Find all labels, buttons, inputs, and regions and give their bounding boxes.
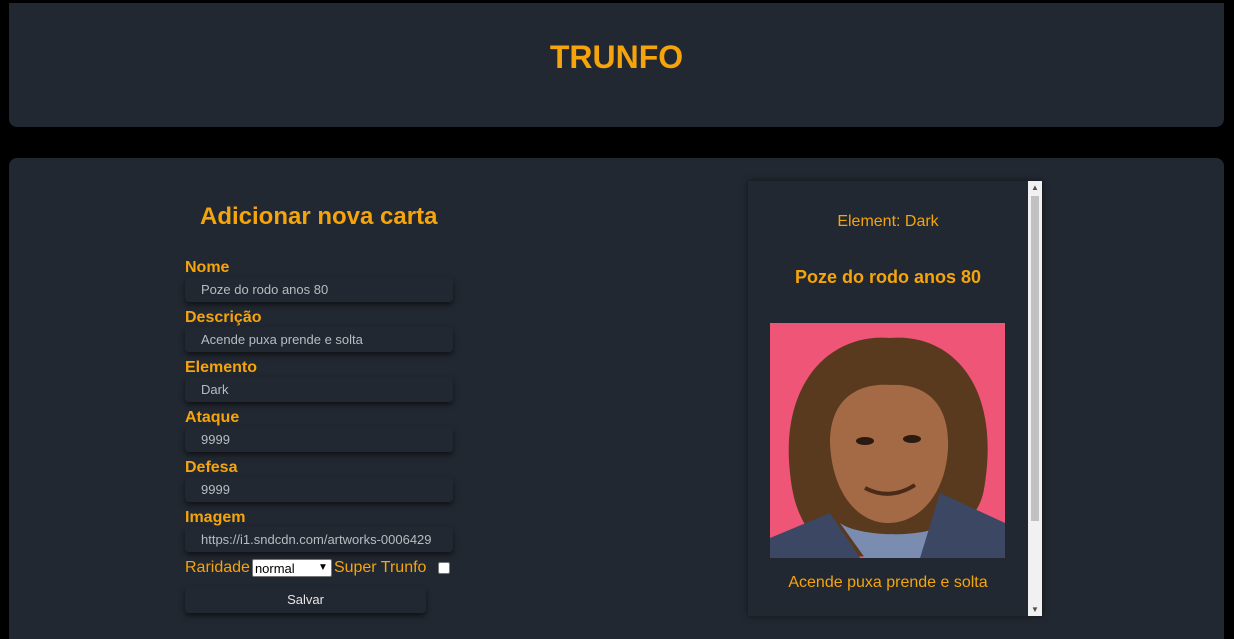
portrait-image	[770, 323, 1005, 558]
element-input[interactable]: Dark	[185, 377, 453, 402]
card-scrollbar[interactable]: ▲ ▼	[1028, 181, 1042, 616]
element-label: Elemento	[185, 359, 258, 376]
defense-label: Defesa	[185, 459, 238, 476]
description-input[interactable]: Acende puxa prende e solta	[185, 327, 453, 352]
name-label: Nome	[185, 259, 230, 276]
image-url-input[interactable]: https://i1.sndcdn.com/artworks-0006429	[185, 527, 453, 552]
description-label: Descrição	[185, 309, 262, 326]
scroll-up-arrow-icon[interactable]: ▲	[1028, 181, 1042, 194]
header-panel: TRUNFO	[9, 3, 1224, 127]
rarity-label: Raridade	[185, 559, 250, 576]
scroll-down-arrow-icon[interactable]: ▼	[1028, 603, 1042, 616]
name-input[interactable]: Poze do rodo anos 80	[185, 277, 453, 302]
card-name: Poze do rodo anos 80	[794, 267, 982, 287]
attack-label: Ataque	[185, 409, 240, 426]
save-button[interactable]: Salvar	[185, 587, 426, 613]
image-label: Imagem	[185, 509, 246, 526]
defense-input[interactable]: 9999	[185, 477, 453, 502]
attack-input[interactable]: 9999	[185, 427, 453, 452]
app-title: TRUNFO	[549, 39, 684, 75]
scrollbar-thumb[interactable]	[1031, 196, 1039, 521]
card-description: Acende puxa prende e solta	[788, 574, 988, 591]
rarity-selected-value: normal	[254, 560, 295, 576]
rarity-select[interactable]: normal ▼	[251, 559, 332, 577]
super-trunfo-label: Super Trunfo	[333, 559, 427, 576]
rarity-row: Raridade normal ▼ Super Trunfo	[185, 557, 451, 579]
card-element: Element: Dark	[837, 213, 939, 230]
form-title: Adicionar nova carta	[200, 203, 438, 230]
chevron-down-icon: ▼	[318, 562, 328, 573]
super-trunfo-checkbox[interactable]	[438, 562, 451, 574]
card-preview: Element: Dark Poze do rodo anos 80 Acend…	[748, 181, 1042, 616]
card-image	[770, 323, 1005, 558]
